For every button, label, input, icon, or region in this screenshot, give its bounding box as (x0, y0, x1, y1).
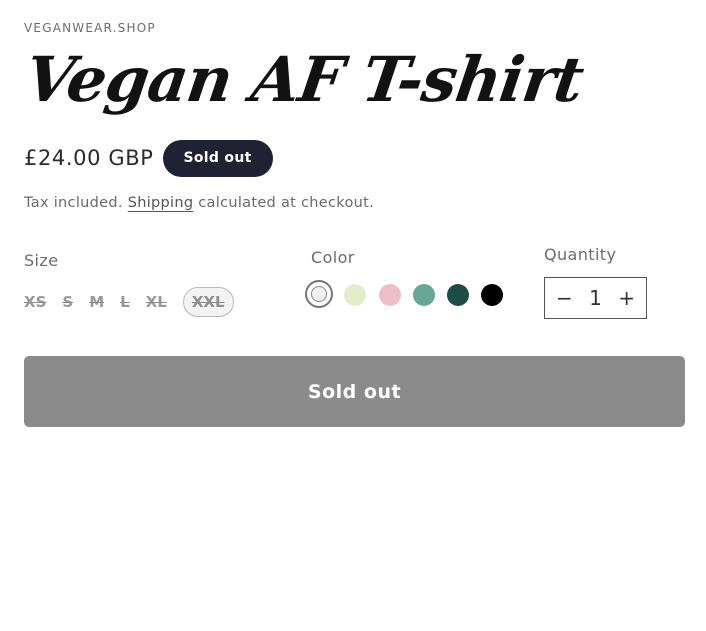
shipping-link[interactable]: Shipping (128, 195, 194, 211)
quantity-stepper: − 1 + (544, 277, 647, 319)
color-swatch-pink[interactable] (379, 284, 401, 306)
quantity-increase-button[interactable]: + (618, 288, 635, 308)
sold-out-badge: Sold out (162, 139, 273, 177)
quantity-decrease-button[interactable]: − (556, 288, 573, 308)
color-swatch-white-fill (311, 286, 327, 302)
tax-note: Tax included. Shipping calculated at che… (24, 195, 374, 211)
tax-note-suffix: calculated at checkout. (193, 195, 375, 211)
product-title: Vegan AF T-shirt (20, 43, 588, 116)
quantity-value[interactable]: 1 (589, 288, 602, 308)
color-swatch-dark-green[interactable] (447, 284, 469, 306)
size-option-l[interactable]: L (120, 288, 130, 316)
price-row: £24.00 GBP Sold out (24, 139, 273, 177)
color-swatch-sage[interactable] (413, 284, 435, 306)
color-swatch-white[interactable] (305, 280, 333, 308)
color-swatch-cream[interactable] (344, 284, 366, 306)
size-option-xxl[interactable]: XXL (182, 287, 234, 317)
size-label: Size (24, 251, 59, 270)
tax-note-prefix: Tax included. (24, 195, 128, 211)
price: £24.00 GBP (24, 146, 154, 170)
sold-out-button[interactable]: Sold out (24, 356, 685, 427)
color-swatch-black[interactable] (481, 284, 503, 306)
size-option-xl[interactable]: XL (146, 288, 167, 316)
size-option-xs[interactable]: XS (24, 288, 46, 316)
size-option-m[interactable]: M (89, 288, 104, 316)
quantity-label: Quantity (544, 245, 617, 264)
size-option-s[interactable]: S (62, 288, 73, 316)
size-options: XS S M L XL XXL (24, 286, 234, 318)
color-label: Color (311, 248, 355, 267)
